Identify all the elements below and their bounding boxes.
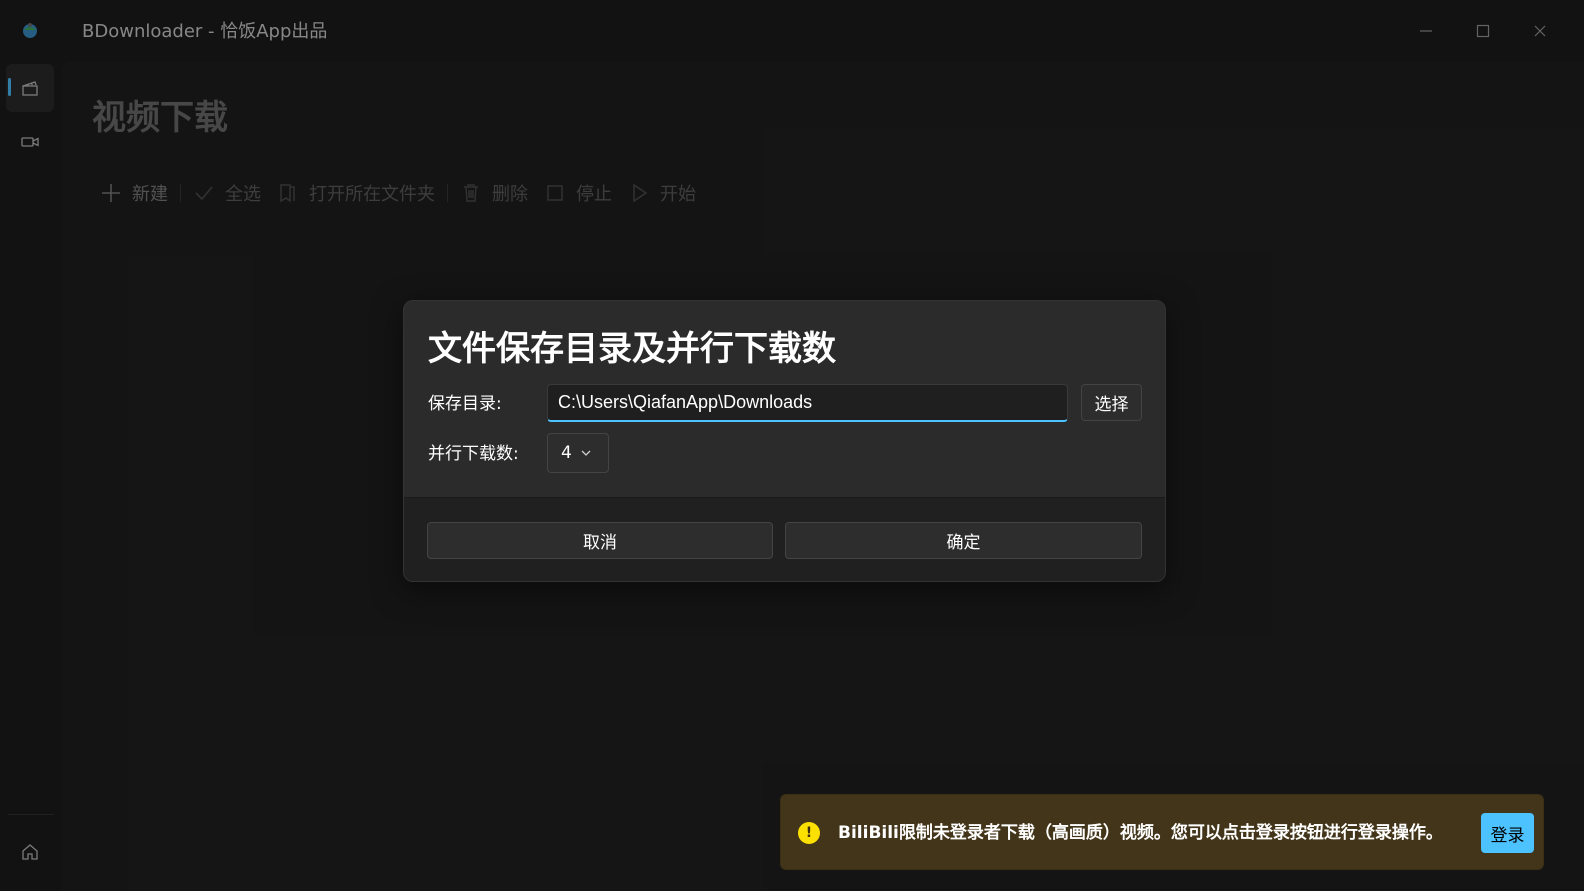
confirm-button[interactable]: 确定 [785, 522, 1142, 559]
save-dir-input[interactable] [547, 384, 1068, 422]
cancel-button[interactable]: 取消 [427, 522, 773, 559]
parallel-select[interactable]: 4 [547, 433, 609, 473]
choose-button[interactable]: 选择 [1081, 384, 1142, 421]
chevron-down-icon [581, 450, 591, 456]
parallel-value: 4 [561, 443, 572, 463]
warning-icon: ! [798, 822, 820, 844]
login-button[interactable]: 登录 [1481, 813, 1534, 853]
dialog-title: 文件保存目录及并行下载数 [428, 329, 836, 369]
parallel-label: 并行下载数: [428, 444, 519, 464]
infobar-message: BiliBili限制未登录者下载（高画质）视频。您可以点击登录按钮进行登录操作。 [838, 823, 1443, 843]
settings-dialog: 文件保存目录及并行下载数 保存目录: 选择 并行下载数: 4 取消 确定 [403, 300, 1166, 582]
warning-infobar: ! BiliBili限制未登录者下载（高画质）视频。您可以点击登录按钮进行登录操… [780, 794, 1544, 870]
dialog-footer: 取消 确定 [404, 497, 1165, 581]
save-dir-label: 保存目录: [428, 394, 502, 414]
